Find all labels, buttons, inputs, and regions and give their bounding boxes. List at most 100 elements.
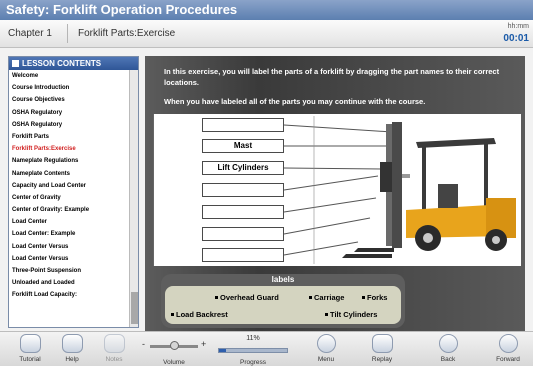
breadcrumb-chapter: Chapter 1 — [8, 28, 52, 39]
back-label: Back — [440, 356, 456, 363]
lesson-contents-title: LESSON CONTENTS — [22, 59, 102, 68]
forklift-seat — [438, 184, 458, 208]
checkmark-icon — [103, 334, 125, 353]
lesson-item[interactable]: Unloaded and Loaded — [12, 277, 129, 289]
lesson-list: Welcome Course Introduction Course Objecti… — [9, 70, 129, 302]
forklift-mast — [392, 122, 402, 248]
timer-format: hh:mm — [507, 23, 529, 30]
label-text: Forks — [367, 293, 388, 302]
bullet-icon — [362, 296, 365, 299]
forklift-fork — [354, 248, 394, 252]
forklift-front-hub — [423, 233, 433, 243]
label-drop-slot[interactable] — [202, 118, 284, 132]
volume-slider-knob[interactable] — [170, 341, 179, 350]
bullet-icon — [325, 313, 328, 316]
lesson-item[interactable]: Capacity and Load Center — [12, 180, 129, 192]
forward-arrow-icon — [498, 334, 518, 353]
label-drop-slot[interactable]: Lift Cylinders — [202, 161, 284, 175]
scrollbar-thumb[interactable] — [131, 292, 138, 324]
lesson-item[interactable]: Load Center Versus — [12, 241, 129, 253]
lesson-item[interactable]: Forklift Parts — [12, 131, 129, 143]
player-toolbar: Tutorial Help Notes - + Volume 11% Progr… — [0, 331, 533, 366]
lesson-item[interactable]: Load Center — [12, 216, 129, 228]
label-tilt-cylinders[interactable]: Tilt Cylinders — [325, 310, 377, 319]
back-button[interactable]: Back — [428, 334, 468, 366]
tutorial-label: Tutorial — [19, 356, 41, 363]
lesson-item[interactable]: OSHA Regulatory — [12, 119, 129, 131]
lesson-item[interactable]: Forklift Parts:Exercise — [12, 143, 129, 155]
exercise-stage: In this exercise, you will label the par… — [145, 56, 525, 331]
label-drop-slot[interactable] — [202, 183, 284, 197]
tutorial-icon — [19, 334, 41, 353]
label-drop-slot[interactable] — [202, 248, 284, 262]
label-text: Tilt Cylinders — [330, 310, 378, 319]
label-drop-slot[interactable]: Mast — [202, 139, 284, 153]
forklift-guard-post-front — [422, 144, 426, 210]
help-label: Help — [65, 356, 79, 363]
volume-plus[interactable]: + — [201, 339, 206, 349]
lesson-item[interactable]: Load Center Versus — [12, 253, 129, 265]
forklift-rear-hub — [492, 236, 500, 244]
replay-icon — [371, 334, 393, 353]
forward-label: Forward — [496, 356, 520, 363]
volume-minus[interactable]: - — [142, 339, 145, 349]
lesson-item[interactable]: Forklift Load Capacity: — [12, 289, 129, 301]
label-load-backrest[interactable]: Load Backrest — [171, 310, 228, 319]
label-overhead-guard[interactable]: Overhead Guard — [215, 293, 279, 302]
label-forks[interactable]: Forks — [362, 293, 387, 302]
lesson-item[interactable]: Nameplate Regulations — [12, 155, 129, 167]
notes-label: Notes — [105, 356, 123, 363]
progress-indicator: 11% Progress — [214, 335, 292, 366]
elapsed-timer: 00:01 — [503, 33, 529, 44]
replay-label: Replay — [371, 356, 393, 363]
progress-fill — [219, 349, 227, 352]
lesson-item[interactable]: Nameplate Contents — [12, 168, 129, 180]
tutorial-button[interactable]: Tutorial — [10, 334, 50, 366]
progress-label: Progress — [239, 359, 266, 366]
progress-bar — [218, 348, 288, 353]
window-title: Safety: Forklift Operation Procedures — [0, 0, 533, 20]
instructions: In this exercise, you will label the par… — [155, 60, 520, 114]
replay-button[interactable]: Replay — [362, 334, 402, 366]
lesson-contents-header[interactable]: LESSON CONTENTS — [9, 57, 138, 70]
lesson-item[interactable]: Course Introduction — [12, 82, 129, 94]
forklift-fork-2 — [342, 254, 392, 258]
instruction-line-1: In this exercise, you will label the par… — [164, 67, 500, 87]
lesson-list-scrollbar[interactable] — [129, 70, 138, 327]
labels-title: labels — [271, 275, 295, 284]
lesson-item[interactable]: Center of Gravity — [12, 192, 129, 204]
lesson-item[interactable]: Welcome — [12, 70, 129, 82]
breadcrumb: Chapter 1 Forklift Parts:Exercise hh:mm … — [0, 20, 533, 48]
lesson-item[interactable]: Load Center: Example — [12, 228, 129, 240]
label-text: Carriage — [314, 293, 345, 302]
label-carriage[interactable]: Carriage — [309, 293, 344, 302]
notes-button[interactable]: Notes — [94, 334, 134, 366]
menu-icon — [316, 334, 336, 353]
lesson-item[interactable]: Course Objectives — [12, 94, 129, 106]
label-text: Load Backrest — [176, 310, 228, 319]
label-drop-slot[interactable] — [202, 227, 284, 241]
volume-control[interactable]: - + Volume — [140, 336, 208, 366]
bullet-icon — [215, 296, 218, 299]
labels-tray: Overhead Guard Carriage Forks Load Backr… — [165, 286, 401, 324]
lesson-item[interactable]: Three-Point Suspension — [12, 265, 129, 277]
collapse-icon[interactable] — [12, 60, 19, 67]
bullet-icon — [309, 296, 312, 299]
back-arrow-icon — [438, 334, 458, 353]
menu-button[interactable]: Menu — [306, 334, 346, 366]
lesson-item[interactable]: Center of Gravity: Example — [12, 204, 129, 216]
forward-button[interactable]: Forward — [488, 334, 528, 366]
help-button[interactable]: Help — [52, 334, 92, 366]
progress-percent: 11% — [246, 335, 260, 342]
instruction-line-2: When you have labeled all of the parts y… — [164, 97, 426, 106]
label-text: Overhead Guard — [220, 293, 279, 302]
labels-panel: labels Overhead Guard Carriage Forks Loa… — [161, 274, 405, 328]
lesson-contents-panel: LESSON CONTENTS Welcome Course Introducti… — [8, 56, 139, 328]
breadcrumb-divider — [67, 24, 68, 43]
menu-label: Menu — [317, 356, 335, 363]
help-icon — [61, 334, 83, 353]
label-drop-slot[interactable] — [202, 205, 284, 219]
volume-label: Volume — [163, 359, 185, 366]
breadcrumb-page: Forklift Parts:Exercise — [78, 28, 176, 39]
lesson-item[interactable]: OSHA Regulatory — [12, 107, 129, 119]
